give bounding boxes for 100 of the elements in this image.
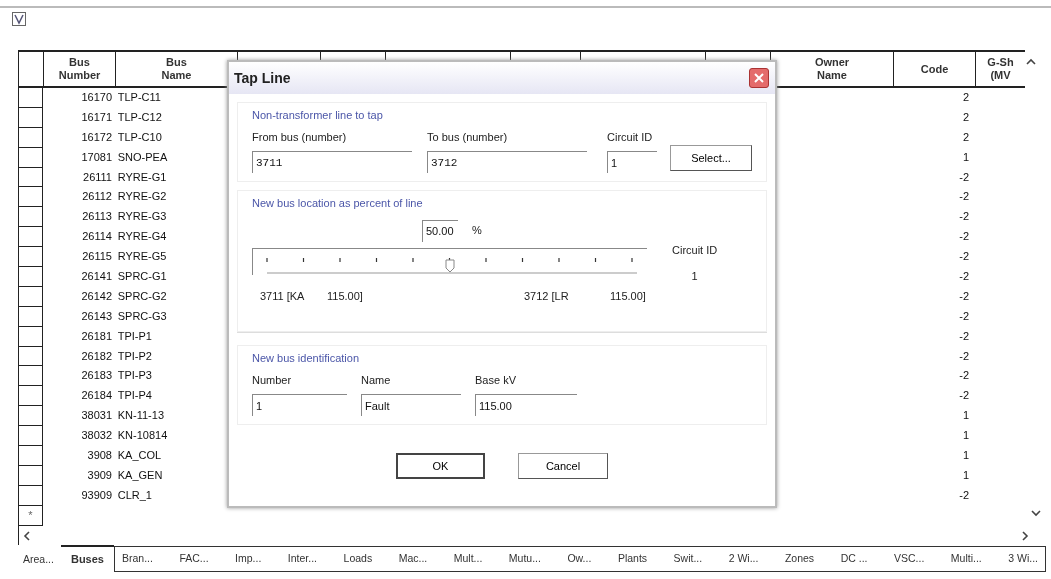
scroll-down-icon[interactable] bbox=[1031, 509, 1041, 517]
sheet-tab[interactable]: FAC... bbox=[172, 546, 216, 571]
table-cell: 2 bbox=[962, 130, 969, 143]
unit-label: % bbox=[472, 223, 482, 239]
table-cell: TLP-C11 bbox=[117, 91, 161, 103]
sheet-tab[interactable]: Ow... bbox=[560, 546, 599, 571]
sheet-tab[interactable]: Loads bbox=[336, 546, 380, 571]
sheet-tab[interactable]: Zones bbox=[777, 546, 822, 571]
table-cell: TPI-P3 bbox=[117, 369, 152, 382]
row-selector[interactable] bbox=[18, 187, 43, 208]
input-field[interactable]: 3711 bbox=[252, 151, 412, 173]
table-cell: 38031 bbox=[81, 409, 112, 422]
field-label: Number bbox=[252, 373, 293, 388]
table-cell: RYRE-G4 bbox=[117, 230, 167, 243]
sheet-tab[interactable]: 3 Wi... bbox=[1001, 546, 1045, 571]
slider-thumb[interactable] bbox=[445, 256, 455, 271]
row-selector[interactable] bbox=[18, 286, 43, 307]
group-title: Non-transformer line to tap bbox=[252, 108, 384, 123]
input-field[interactable]: 1 bbox=[252, 394, 347, 416]
row-selector[interactable] bbox=[18, 167, 43, 188]
field-label: To bus (number) bbox=[427, 130, 509, 145]
row-selector[interactable] bbox=[18, 426, 43, 447]
table-cell: 26114 bbox=[82, 230, 112, 243]
sheet-tab[interactable]: Imp... bbox=[228, 546, 269, 571]
table-cell: 1 bbox=[962, 429, 969, 442]
column-header[interactable]: Bus Number bbox=[43, 52, 115, 86]
circuit-value: 1 bbox=[691, 269, 698, 284]
row-selector[interactable] bbox=[18, 406, 43, 427]
table-cell: 26141 bbox=[81, 270, 112, 282]
table-cell: 26111 bbox=[83, 170, 112, 183]
input-field[interactable]: 3712 bbox=[427, 151, 587, 173]
table-cell: SPRC-G3 bbox=[117, 309, 167, 322]
sheet-tab[interactable]: Bran... bbox=[114, 546, 160, 571]
sheet-tab[interactable]: Inter... bbox=[280, 546, 325, 571]
select-button[interactable]: Select... bbox=[670, 145, 752, 171]
ok-button[interactable]: OK bbox=[396, 453, 485, 479]
table-cell: -2 bbox=[959, 250, 969, 263]
table-cell: KN-10814 bbox=[117, 429, 168, 442]
row-selector[interactable] bbox=[18, 127, 43, 148]
table-cell: -2 bbox=[959, 190, 969, 203]
input-field[interactable]: 115.00 bbox=[475, 394, 577, 416]
row-selector[interactable] bbox=[18, 147, 43, 168]
field-label: Name bbox=[361, 373, 392, 388]
cancel-button[interactable]: Cancel bbox=[518, 453, 608, 479]
row-selector[interactable] bbox=[18, 326, 43, 347]
column-header[interactable]: G-Sh (MV bbox=[975, 52, 1025, 86]
table-cell: 3909 bbox=[87, 468, 112, 481]
sheet-tab[interactable]: Mult... bbox=[446, 546, 490, 571]
table-cell: -2 bbox=[959, 210, 969, 223]
sheet-tab[interactable]: Mac... bbox=[391, 546, 435, 571]
sheet-tab[interactable]: Swit... bbox=[666, 546, 710, 571]
row-selector[interactable] bbox=[18, 485, 43, 506]
row-selector[interactable] bbox=[18, 306, 43, 327]
percent-field[interactable]: 50.00 bbox=[422, 219, 458, 242]
table-cell: RYRE-G2 bbox=[117, 190, 167, 203]
sheet-tab[interactable]: 2 Wi... bbox=[721, 546, 766, 571]
input-field[interactable]: Fault bbox=[361, 394, 461, 416]
end-label: 115.00] bbox=[610, 289, 646, 304]
scroll-left-icon[interactable] bbox=[23, 530, 31, 541]
row-selector[interactable] bbox=[18, 88, 43, 108]
row-selector[interactable] bbox=[18, 247, 43, 267]
field-label: Circuit ID bbox=[672, 242, 718, 258]
sheet-tab[interactable]: Mutu... bbox=[501, 546, 548, 571]
sheet-tab[interactable]: Plants bbox=[610, 546, 655, 571]
app-icon bbox=[12, 12, 26, 26]
table-cell: KN-11-13 bbox=[117, 409, 164, 422]
table-cell: 3908 bbox=[87, 449, 112, 462]
scroll-up-icon[interactable] bbox=[1026, 58, 1036, 66]
table-cell: CLR_1 bbox=[117, 488, 152, 501]
table-cell: RYRE-G5 bbox=[117, 250, 167, 263]
table-cell: -2 bbox=[959, 369, 969, 382]
column-header[interactable]: Code bbox=[893, 52, 975, 86]
table-cell: TLP-C10 bbox=[117, 130, 162, 143]
row-selector[interactable] bbox=[18, 465, 43, 486]
row-selector[interactable] bbox=[18, 386, 43, 407]
sheet-tab[interactable]: DC ... bbox=[833, 546, 875, 571]
close-icon bbox=[754, 73, 764, 83]
sheet-tab[interactable]: Area... bbox=[16, 547, 61, 572]
scroll-right-icon[interactable] bbox=[1021, 530, 1029, 541]
row-selector[interactable] bbox=[18, 446, 43, 466]
row-selector[interactable] bbox=[18, 346, 43, 367]
close-button[interactable] bbox=[749, 68, 769, 88]
table-cell: RYRE-G3 bbox=[117, 210, 167, 223]
table-cell: 1 bbox=[962, 449, 969, 462]
sheet-tab[interactable]: VSC... bbox=[886, 546, 932, 571]
row-selector[interactable] bbox=[18, 227, 43, 248]
table-cell: 16170 bbox=[81, 91, 112, 103]
table-cell: 26112 bbox=[82, 190, 112, 203]
table-cell: KA_COL bbox=[117, 449, 162, 462]
row-selector[interactable] bbox=[18, 107, 43, 128]
sheet-tab[interactable]: Buses bbox=[60, 545, 114, 572]
table-cell: -2 bbox=[959, 349, 969, 362]
table-cell: KA_GEN bbox=[117, 468, 163, 481]
end-label: 115.00] bbox=[327, 289, 363, 304]
input-field[interactable]: 1 bbox=[607, 151, 657, 173]
row-selector[interactable] bbox=[18, 207, 43, 228]
row-selector[interactable] bbox=[18, 267, 43, 287]
row-selector[interactable] bbox=[18, 366, 43, 387]
end-label: 3711 [KA bbox=[260, 289, 305, 304]
sheet-tab[interactable]: Multi... bbox=[943, 546, 989, 571]
